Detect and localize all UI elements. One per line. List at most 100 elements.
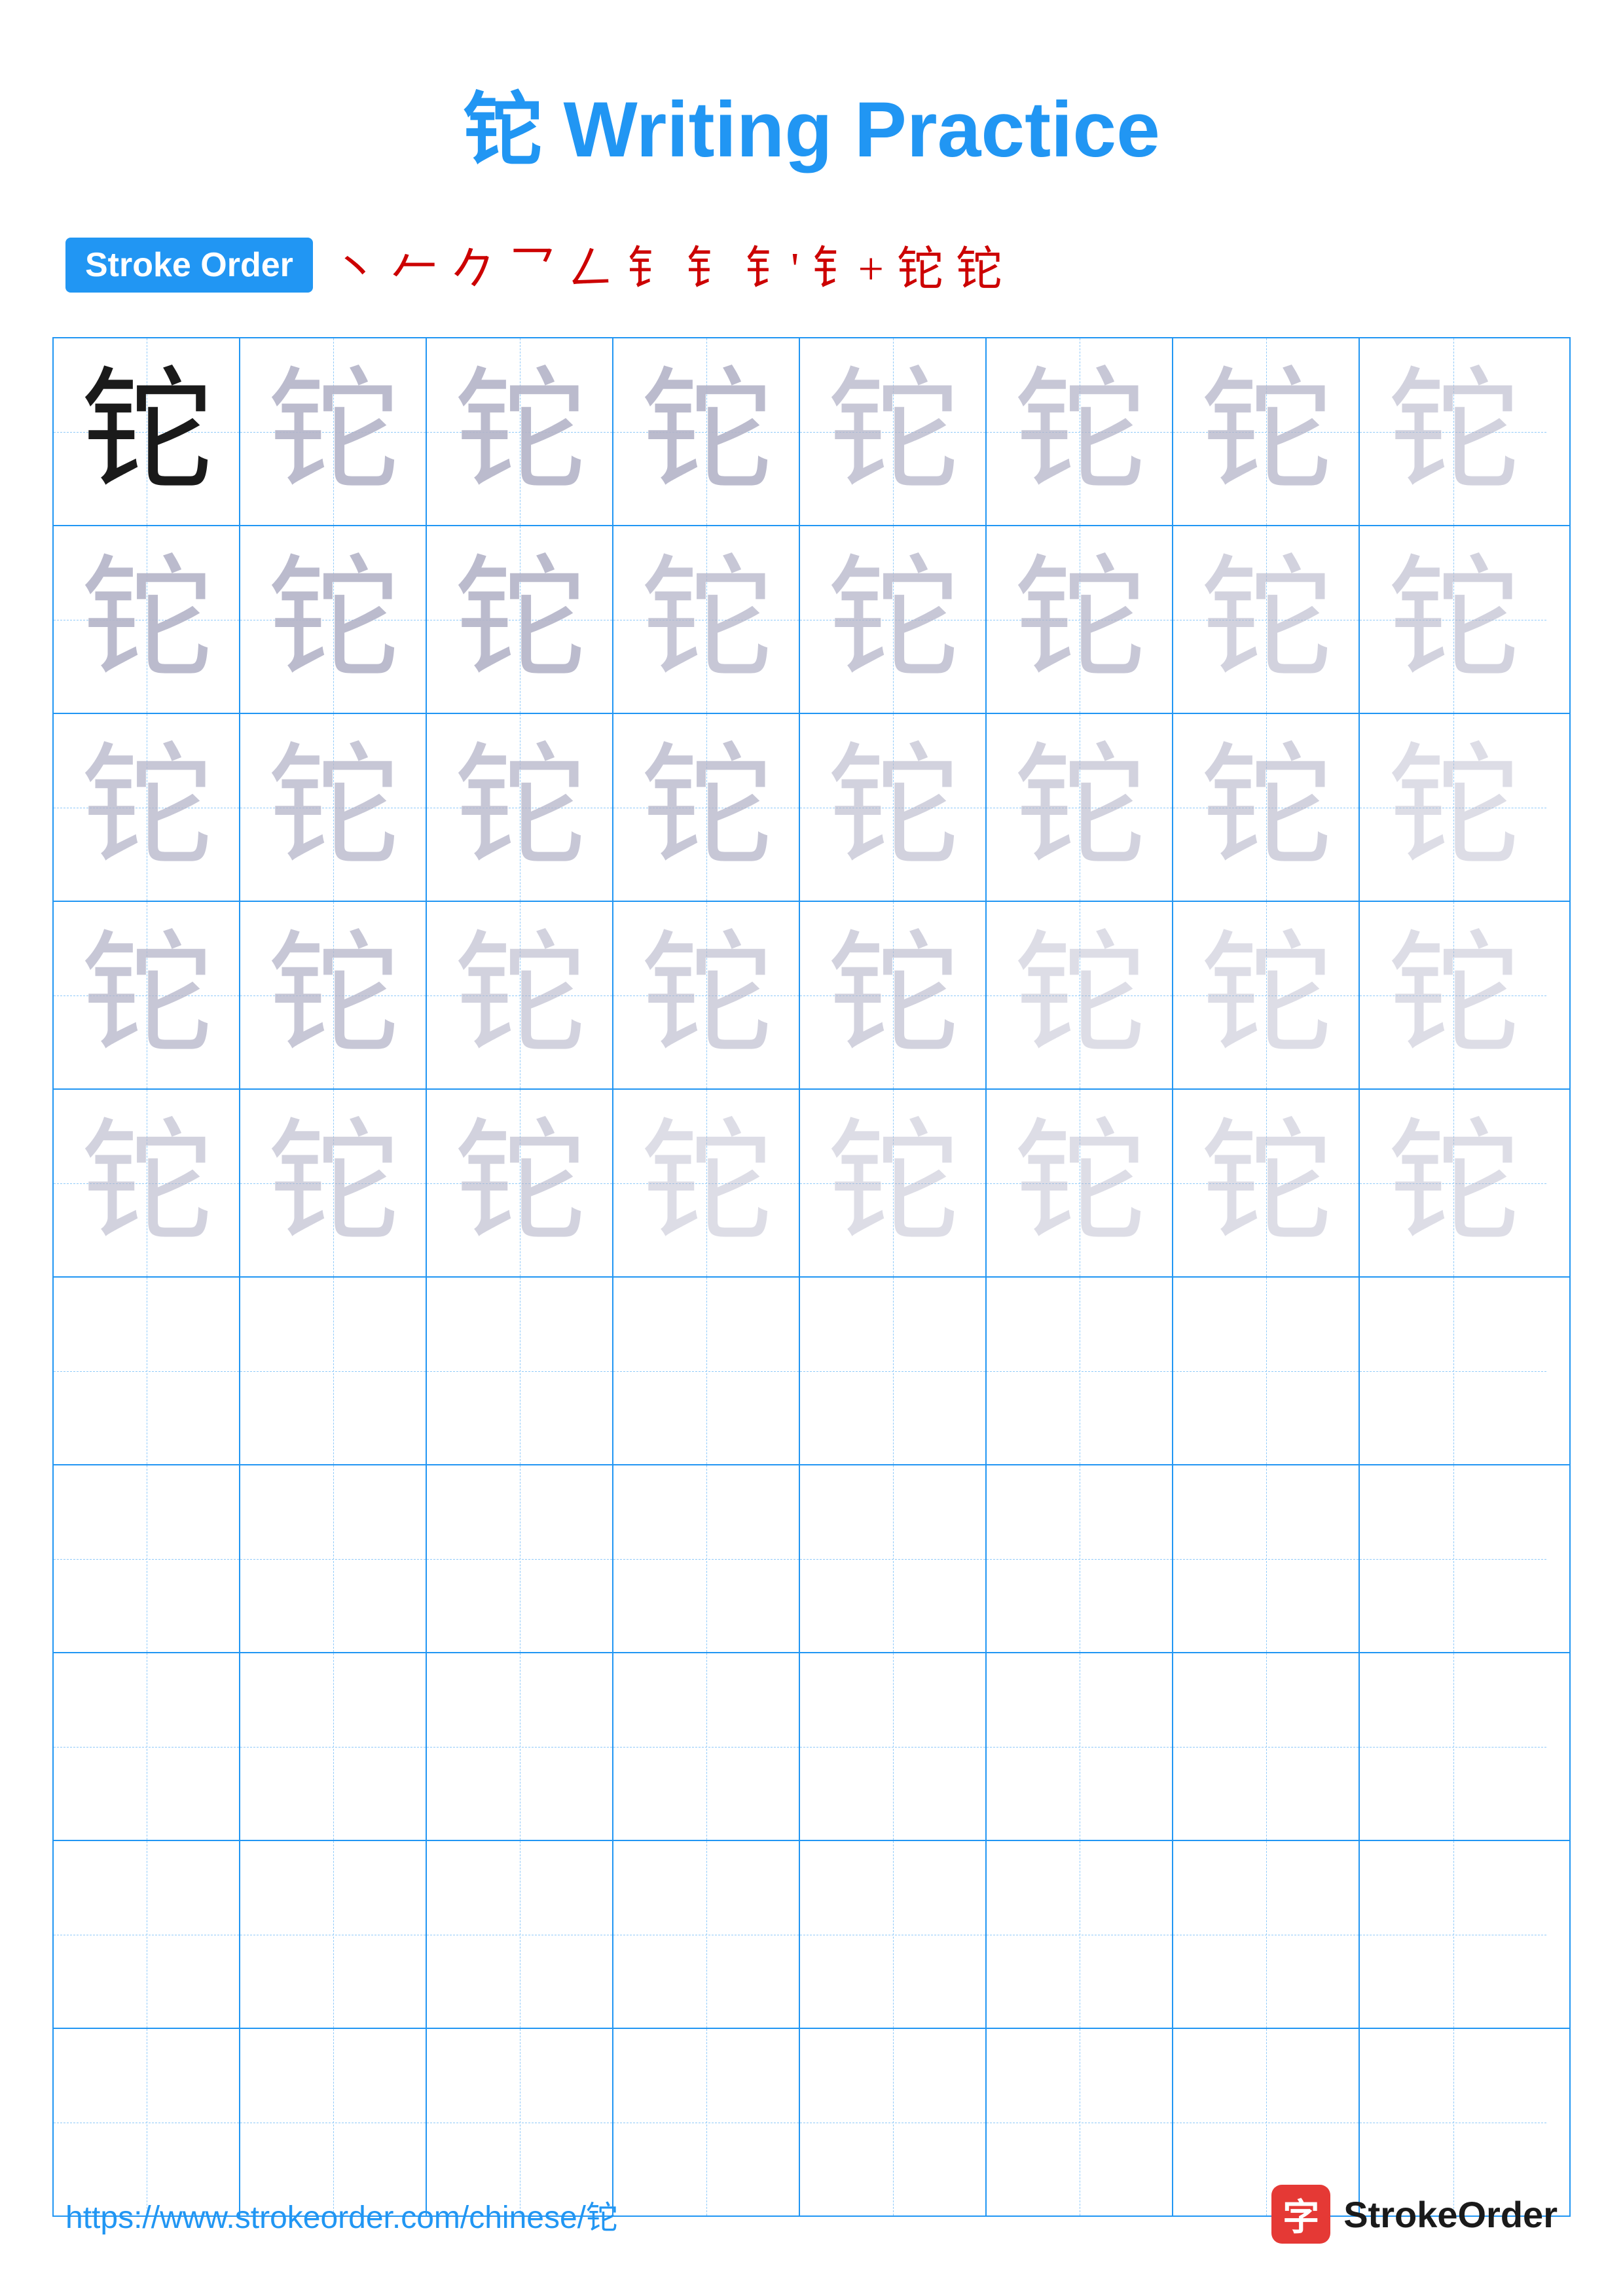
grid-cell[interactable]: 铊: [1173, 714, 1360, 901]
grid-cell[interactable]: 铊: [240, 714, 427, 901]
grid-row-5: 铊 铊 铊 铊 铊 铊 铊 铊: [54, 1090, 1569, 1278]
grid-cell[interactable]: 铊: [613, 338, 800, 525]
grid-cell-empty[interactable]: [1173, 1278, 1360, 1464]
stroke-10: 铊: [897, 232, 943, 298]
grid-cell[interactable]: 铊: [1360, 902, 1546, 1088]
footer: https://www.strokeorder.com/chinese/铊 字 …: [0, 2185, 1623, 2244]
character-lightest: 铊: [640, 1118, 771, 1249]
stroke-2: 𠂉: [392, 232, 437, 298]
grid-cell[interactable]: 铊: [613, 526, 800, 713]
grid-cell[interactable]: 铊: [987, 1090, 1173, 1276]
grid-cell-empty[interactable]: [54, 1465, 240, 1652]
character-light: 铊: [267, 554, 398, 685]
grid-cell[interactable]: 铊: [240, 526, 427, 713]
grid-cell[interactable]: 铊: [240, 338, 427, 525]
grid-cell-empty[interactable]: [1173, 1841, 1360, 2028]
grid-cell[interactable]: 铊: [613, 714, 800, 901]
character-light: 铊: [454, 367, 585, 497]
grid-cell[interactable]: 铊: [427, 526, 613, 713]
stroke-6: 钅: [627, 232, 673, 298]
character-light: 铊: [454, 930, 585, 1061]
grid-cell[interactable]: 铊: [987, 902, 1173, 1088]
grid-cell-empty[interactable]: [1173, 1465, 1360, 1652]
grid-cell[interactable]: 铊: [800, 526, 987, 713]
grid-cell-empty[interactable]: [1360, 1841, 1546, 2028]
grid-cell-empty[interactable]: [987, 1841, 1173, 2028]
grid-cell[interactable]: 铊: [240, 1090, 427, 1276]
grid-row-1: 铊 铊 铊 铊 铊 铊 铊 铊: [54, 338, 1569, 526]
grid-cell-empty[interactable]: [800, 1278, 987, 1464]
character-light: 铊: [267, 742, 398, 873]
grid-cell-empty[interactable]: [427, 1841, 613, 2028]
character-lightest: 铊: [1387, 1118, 1518, 1249]
grid-cell-empty[interactable]: [800, 1465, 987, 1652]
grid-cell-empty[interactable]: [240, 1278, 427, 1464]
character-light: 铊: [1200, 367, 1331, 497]
stroke-11: 铊: [956, 232, 1002, 298]
grid-cell[interactable]: 铊: [1360, 1090, 1546, 1276]
stroke-sequence: 丶 𠂉 𠂊 ⺂ 𠃋 钅 钅 钅' 钅+ 铊 铊: [333, 232, 1002, 298]
grid-cell[interactable]: 铊: [613, 902, 800, 1088]
grid-cell-empty[interactable]: [427, 1278, 613, 1464]
grid-cell[interactable]: 铊: [800, 902, 987, 1088]
grid-cell[interactable]: 铊: [1360, 526, 1546, 713]
grid-cell-empty[interactable]: [800, 1841, 987, 2028]
grid-cell-empty[interactable]: [613, 1653, 800, 1840]
grid-cell[interactable]: 铊: [987, 714, 1173, 901]
stroke-7: 钅: [686, 232, 732, 298]
character-light: 铊: [827, 554, 958, 685]
grid-cell[interactable]: 铊: [54, 902, 240, 1088]
footer-brand: 字 StrokeOrder: [1271, 2185, 1558, 2244]
grid-cell-empty[interactable]: [54, 1841, 240, 2028]
grid-cell-empty[interactable]: [240, 1465, 427, 1652]
grid-cell[interactable]: 铊: [1360, 338, 1546, 525]
grid-cell[interactable]: 铊: [800, 338, 987, 525]
grid-cell[interactable]: 铊: [987, 526, 1173, 713]
grid-cell-empty[interactable]: [54, 1278, 240, 1464]
grid-cell[interactable]: 铊: [1173, 526, 1360, 713]
footer-logo-icon: 字: [1271, 2185, 1330, 2244]
grid-cell[interactable]: 铊: [1173, 902, 1360, 1088]
grid-cell-empty[interactable]: [613, 1841, 800, 2028]
grid-cell[interactable]: 铊: [427, 714, 613, 901]
character-light: 铊: [640, 930, 771, 1061]
grid-cell[interactable]: 铊: [1360, 714, 1546, 901]
grid-cell[interactable]: 铊: [1173, 338, 1360, 525]
grid-cell[interactable]: 铊: [54, 526, 240, 713]
character-light: 铊: [454, 742, 585, 873]
grid-row-7: [54, 1465, 1569, 1653]
grid-cell[interactable]: 铊: [427, 1090, 613, 1276]
grid-cell-empty[interactable]: [613, 1465, 800, 1652]
grid-cell-empty[interactable]: [613, 1278, 800, 1464]
grid-cell-empty[interactable]: [427, 1465, 613, 1652]
character-light: 铊: [1200, 554, 1331, 685]
grid-cell[interactable]: 铊: [427, 902, 613, 1088]
grid-cell-empty[interactable]: [1360, 1465, 1546, 1652]
grid-cell-empty[interactable]: [240, 1653, 427, 1840]
grid-cell[interactable]: 铊: [240, 902, 427, 1088]
grid-cell-empty[interactable]: [987, 1465, 1173, 1652]
grid-cell[interactable]: 铊: [987, 338, 1173, 525]
grid-cell-empty[interactable]: [54, 1653, 240, 1840]
grid-cell-empty[interactable]: [240, 1841, 427, 2028]
character-light: 铊: [81, 930, 211, 1061]
grid-cell[interactable]: 铊: [427, 338, 613, 525]
grid-cell-empty[interactable]: [1360, 1278, 1546, 1464]
grid-cell[interactable]: 铊: [1173, 1090, 1360, 1276]
grid-cell-empty[interactable]: [800, 1653, 987, 1840]
character-light: 铊: [1387, 554, 1518, 685]
grid-cell-empty[interactable]: [427, 1653, 613, 1840]
grid-cell-empty[interactable]: [1173, 1653, 1360, 1840]
grid-cell[interactable]: 铊: [800, 714, 987, 901]
grid-cell[interactable]: 铊: [54, 714, 240, 901]
grid-cell-empty[interactable]: [1360, 1653, 1546, 1840]
grid-cell-empty[interactable]: [987, 1278, 1173, 1464]
grid-cell-empty[interactable]: [987, 1653, 1173, 1840]
character-light: 铊: [827, 367, 958, 497]
character-lightest: 铊: [1387, 930, 1518, 1061]
grid-cell[interactable]: 铊: [54, 1090, 240, 1276]
grid-cell[interactable]: 铊: [800, 1090, 987, 1276]
grid-cell[interactable]: 铊: [54, 338, 240, 525]
grid-cell[interactable]: 铊: [613, 1090, 800, 1276]
character-lightest: 铊: [1200, 930, 1331, 1061]
